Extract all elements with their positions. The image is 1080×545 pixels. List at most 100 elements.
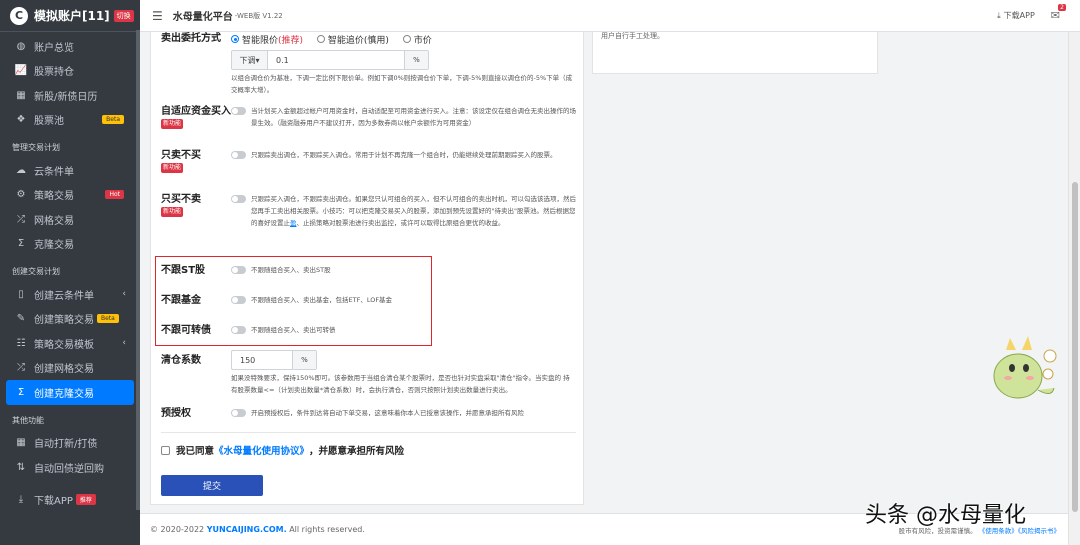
sidebar-item-label: 新股/新债日历 — [34, 91, 98, 103]
download-app-link[interactable]: ⤓ 下载APP — [997, 10, 1035, 21]
sidebar-item-label: 自动打新/打债 — [34, 439, 98, 451]
buy-only-desc: 只跟踪买入调仓，不跟踪卖出调仓。如果您只认可组合的买入，但不认可组合的卖出时机，… — [251, 193, 576, 230]
sort-icon: ⇅ — [16, 461, 26, 473]
cloud-icon: ☁ — [16, 164, 26, 176]
hamburger-menu-icon[interactable]: ☰ — [152, 9, 163, 23]
sidebar-item-auto-ipo[interactable]: ▦ 自动打新/打债 — [0, 431, 140, 456]
right-panel: 用户自行手工处理。 — [592, 32, 878, 74]
percent-suffix: % — [292, 351, 316, 369]
sidebar-item-create-strategy[interactable]: ✎ 创建策略交易 Beta — [0, 307, 140, 332]
sidebar-item-label: 下载APP — [34, 496, 73, 508]
beta-badge: Beta — [97, 314, 119, 324]
mail-button[interactable]: ✉ 2 — [1051, 4, 1066, 22]
radio-dot — [231, 35, 239, 43]
new-feature-tag: 新功能 — [161, 163, 184, 173]
sidebar-item-auto-repo[interactable]: ⇅ 自动回债逆回购 — [0, 455, 140, 480]
buy-only-toggle[interactable] — [231, 195, 246, 203]
highlight-box — [155, 256, 432, 346]
price-adjust-input[interactable]: 0.1 — [268, 51, 404, 69]
strategy-icon: ⚙ — [16, 189, 26, 201]
clear-coef-label: 清仓系数 — [161, 355, 201, 366]
radio-dot — [402, 35, 411, 43]
sell-mode-hint: 以组合调仓价为基准，下调一定比例下限价单。例如下调0%则按调仓价下单，下调-5%… — [231, 74, 573, 94]
dashboard-icon: ◍ — [16, 40, 26, 52]
chevron-left-icon: ‹ — [122, 338, 126, 349]
agree-checkbox-row[interactable]: 我已同意 《水母量化使用协议》 ，并愿意承担所有风险 — [161, 443, 404, 457]
submit-button[interactable]: 提交 — [161, 475, 263, 496]
sidebar-item-create-cloud[interactable]: ▯ 创建云条件单 ‹ — [0, 282, 140, 307]
sell-only-desc: 只跟踪卖出调仓，不跟踪买入调仓。常用于计划不再克隆一个组合时，仍能继续处理前期跟… — [251, 151, 557, 159]
sidebar-item-label: 自动回债逆回购 — [34, 463, 104, 475]
copyright-pre: © 2020-2022 — [150, 525, 205, 534]
download-icon: ⤓ — [18, 494, 24, 506]
radio-label: 智能限价 — [242, 35, 279, 46]
sidebar-item-label: 账户总览 — [34, 42, 74, 54]
mascot-dragon-icon[interactable] — [988, 328, 1060, 406]
caret-down-icon: ▾ — [255, 55, 260, 65]
pool-icon: ❖ — [16, 114, 26, 126]
sidebar-item-label: 策略交易模板 — [34, 339, 94, 351]
agreement-link[interactable]: 《水母量化使用协议》 — [214, 443, 309, 457]
sidebar-item-create-grid[interactable]: ⤮ 创建网格交易 — [0, 356, 140, 381]
copyright: © 2020-2022 YUNCAIJING.COM. All rights r… — [150, 525, 365, 534]
scrollbar-thumb[interactable] — [1072, 182, 1078, 512]
adjust-direction-select[interactable]: 下调 ▾ — [232, 51, 268, 69]
switch-account-badge[interactable]: 切换 — [113, 9, 134, 22]
download-label: 下载APP — [1003, 11, 1035, 20]
sidebar-item-strategy-template[interactable]: ☷ 策略交易模板 ‹ — [0, 331, 140, 356]
sidebar-item-pool[interactable]: ❖ 股票池 Beta — [0, 108, 140, 133]
chevron-left-icon: ‹ — [122, 289, 126, 300]
sidebar-item-download-app[interactable]: ⤓ 下载APP 推荐 — [0, 488, 140, 513]
agree-text-pre: 我已同意 — [176, 446, 215, 457]
sidebar-item-label: 网格交易 — [34, 215, 74, 227]
price-adjust-input-group: 下调 ▾ 0.1 % — [231, 50, 429, 70]
buy-only-desc-b: 、止损策略对股票池进行卖出监控，或许可以取得比原组合更优的收益。 — [296, 219, 505, 228]
adaptive-desc: 当计划买入金额超过帐户可用资金时，自动适配至可用资金进行买入。注意：该设定仅在组… — [251, 107, 576, 128]
sidebar-item-clone[interactable]: Σ 克隆交易 — [0, 232, 140, 257]
sidebar-item-label: 股票持仓 — [34, 67, 74, 79]
clear-coef-input[interactable]: 150 — [232, 351, 292, 369]
logo-icon: C — [10, 6, 28, 25]
copyright-post: All rights reserved. — [289, 525, 365, 534]
sidebar-item-label: 创建策略交易 — [34, 315, 94, 327]
brand[interactable]: C 模拟账户[11] 切换 — [0, 0, 140, 32]
preauth-toggle[interactable] — [231, 409, 246, 417]
sidebar-item-create-clone[interactable]: Σ 创建克隆交易 — [6, 380, 134, 405]
sidebar-item-grid[interactable]: ⤮ 网格交易 — [0, 207, 140, 232]
radio-smart-chase[interactable]: 智能追价 (慎用) — [316, 33, 389, 46]
percent-suffix: % — [404, 51, 428, 69]
divider — [161, 432, 576, 433]
recommend-badge: 推荐 — [75, 494, 96, 506]
sidebar-item-label: 创建克隆交易 — [34, 388, 94, 400]
sidebar-item-label: 创建网格交易 — [34, 364, 94, 376]
sidebar-item-label: 股票池 — [34, 116, 64, 128]
sell-only-toggle[interactable] — [231, 151, 246, 159]
sidebar-item-strategy[interactable]: ⚙ 策略交易 Hot — [0, 183, 140, 208]
sell-only-label: 只卖不买 新功能 — [161, 149, 231, 175]
clone-icon: Σ — [17, 386, 25, 398]
brand-link[interactable]: YUNCAIJING.COM. — [207, 525, 287, 534]
adaptive-toggle[interactable] — [231, 107, 246, 115]
topbar: ☰ 水母量化平台 -WEB版 V1.22 ⤓ 下载APP ✉ 2 — [140, 0, 1080, 32]
adaptive-label: 自适应资金买入新功能 — [161, 105, 231, 131]
radio-market[interactable]: 市价 — [402, 33, 432, 46]
sidebar-scrollbar[interactable] — [136, 30, 140, 510]
page-scrollbar[interactable] — [1068, 32, 1080, 545]
radio-dot — [316, 35, 325, 43]
sidebar-item-label: 创建云条件单 — [34, 290, 94, 302]
section-header-other: 其他功能 — [12, 415, 44, 425]
adaptive-label-text: 自适应资金买入 — [161, 106, 231, 117]
buy-only-label: 只买不卖 新功能 — [161, 193, 231, 219]
clone-icon: Σ — [17, 238, 25, 250]
sidebar-item-label: 云条件单 — [34, 166, 74, 178]
magic-icon: ✎ — [16, 313, 26, 325]
sidebar-item-cloud-order[interactable]: ☁ 云条件单 — [0, 158, 140, 183]
calendar-icon: ▦ — [16, 89, 26, 101]
sidebar-item-overview[interactable]: ◍ 账户总览 — [0, 34, 140, 59]
sidebar-item-holdings[interactable]: 📈 股票持仓 — [0, 59, 140, 84]
agree-checkbox[interactable] — [161, 445, 170, 455]
mail-count-badge: 2 — [1058, 4, 1066, 11]
sidebar-item-calendar[interactable]: ▦ 新股/新债日历 — [0, 83, 140, 108]
radio-smart-limit[interactable]: 智能限价 (推荐) — [231, 33, 303, 46]
sidebar-item-label: 克隆交易 — [34, 240, 74, 252]
